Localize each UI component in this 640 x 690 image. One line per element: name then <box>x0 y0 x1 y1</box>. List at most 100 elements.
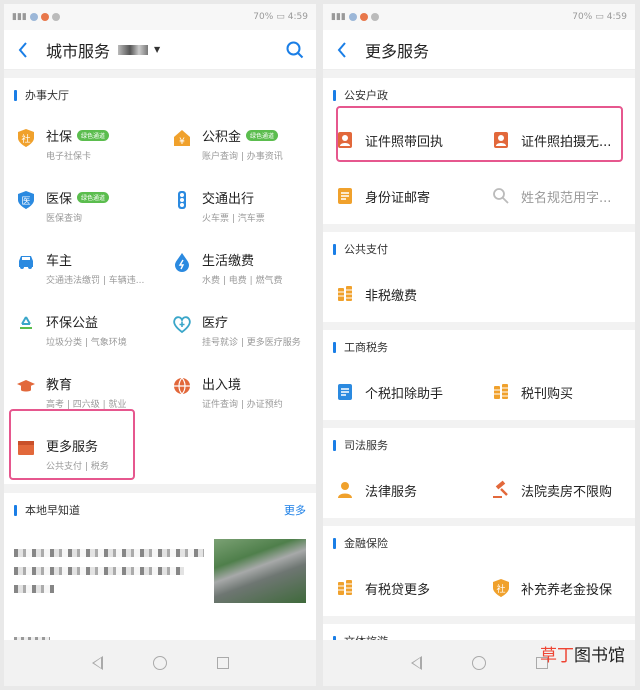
phone-more-services: ▮▮▮ 70% ▭ 4:59 更多服务 公安户政证件照带回执 证件照拍摄无... 身… <box>323 4 635 686</box>
section-title: 司法服务 <box>344 439 388 452</box>
section-header: 金融保险 <box>323 526 635 560</box>
globe-icon <box>172 376 192 396</box>
status-bar: ▮▮▮ 70% ▭ 4:59 <box>4 4 316 30</box>
service-item[interactable]: 车主交通违法缴罚 | 车辆违... <box>4 236 160 298</box>
service-title-label: 医疗 <box>202 316 229 331</box>
recycle-icon <box>16 314 36 334</box>
service-title: 社保 绿色通道 <box>46 126 110 145</box>
nav-home-icon[interactable] <box>152 656 167 670</box>
back-arrow-icon[interactable] <box>14 41 32 59</box>
service-item[interactable]: 非税缴费 <box>323 284 479 304</box>
chevron-down-icon[interactable]: ▼ <box>154 45 160 54</box>
service-label: 法律服务 <box>365 484 418 500</box>
nav-recents-icon[interactable] <box>216 657 229 669</box>
service-row: 法律服务 法院卖房不限购 <box>323 462 635 518</box>
service-title: 车主 <box>46 250 144 269</box>
section-header: 司法服务 <box>323 428 635 462</box>
news-item[interactable] <box>4 527 316 627</box>
utility-bill-icon <box>172 252 192 272</box>
service-item[interactable]: 有税贷更多 <box>323 578 479 598</box>
service-item[interactable]: 更多服务 公共支付 | 税务 <box>4 422 160 484</box>
service-subtitle: 高考 | 四六级 | 就业 <box>46 400 127 410</box>
green-channel-badge: 绿色通道 <box>77 130 110 141</box>
medical-icon <box>172 314 192 334</box>
service-label: 身份证邮寄 <box>365 190 431 206</box>
service-item[interactable]: 身份证邮寄 <box>323 186 479 206</box>
phone-city-services: ▮▮▮ 70% ▭ 4:59 城市服务 ▼ 办事大厅 社 社保 绿色通道 电子社… <box>4 4 316 686</box>
service-item[interactable]: 法院卖房不限购 <box>479 480 635 500</box>
city-name-blurred[interactable] <box>118 44 149 55</box>
service-item[interactable]: 医 医保 绿色通道 医保查询 <box>4 174 160 236</box>
battery-percent: 70% <box>253 12 274 22</box>
service-title-label: 生活缴费 <box>202 254 255 269</box>
coins-icon <box>335 578 355 598</box>
header: 城市服务 ▼ <box>4 30 316 70</box>
green-channel-badge: 绿色通道 <box>246 130 279 141</box>
coins-icon <box>491 382 511 402</box>
service-text: 更多服务 公共支付 | 税务 <box>46 436 109 472</box>
svg-text:¥: ¥ <box>179 137 185 147</box>
social-security-icon: 社 <box>16 128 36 148</box>
app-notification-icon <box>51 13 60 21</box>
back-arrow-icon[interactable] <box>333 41 351 59</box>
more-box-icon <box>16 438 36 458</box>
service-title: 生活缴费 <box>202 250 283 269</box>
app-notification-icon <box>370 13 379 21</box>
service-title-label: 公积金 <box>202 130 242 145</box>
service-row: 证件照带回执 证件照拍摄无... <box>323 112 635 168</box>
service-item[interactable]: 个税扣除助手 <box>323 382 479 402</box>
status-bar: ▮▮▮ 70% ▭ 4:59 <box>323 4 635 30</box>
service-label: 法院卖房不限购 <box>521 484 613 500</box>
section-title: 公安户政 <box>344 89 388 102</box>
service-title-label: 教育 <box>46 378 73 393</box>
section-header: 公共支付 <box>323 232 635 266</box>
watermark-part2: 图书馆 <box>574 646 625 666</box>
more-link[interactable]: 更多 <box>284 502 306 518</box>
service-title: 更多服务 <box>46 436 109 455</box>
blurred-line <box>14 567 184 575</box>
search-icon[interactable] <box>284 39 306 61</box>
gavel-icon <box>491 480 511 500</box>
service-item[interactable]: 出入境 证件查询 | 办证预约 <box>160 360 316 422</box>
service-item[interactable]: ¥ 公积金 绿色通道 账户查询 | 办事资讯 <box>160 112 316 174</box>
graduation-cap-icon <box>16 376 36 396</box>
page-title: 更多服务 <box>365 41 430 61</box>
service-item[interactable]: 社 补充养老金投保 <box>479 578 635 598</box>
nav-back-icon[interactable] <box>410 656 422 670</box>
service-item[interactable]: 教育高考 | 四六级 | 就业 <box>4 360 160 422</box>
service-label: 税刊购买 <box>521 386 574 402</box>
service-item[interactable]: 证件照带回执 <box>323 130 479 150</box>
battery-percent: 70% <box>572 12 593 22</box>
nav-home-icon[interactable] <box>471 656 486 670</box>
service-title-label: 车主 <box>46 254 73 269</box>
service-item[interactable]: 医疗挂号就诊 | 更多医疗服务 <box>160 298 316 360</box>
medical-insurance-icon: 医 <box>16 190 36 210</box>
svg-text:社: 社 <box>21 133 30 145</box>
service-row: 有税贷更多 社 补充养老金投保 <box>323 560 635 616</box>
service-text: 环保公益 垃圾分类 | 气象环境 <box>46 312 127 348</box>
service-item[interactable]: 社 社保 绿色通道 电子社保卡 <box>4 112 160 174</box>
service-title-label: 出入境 <box>202 378 242 393</box>
service-subtitle: 交通违法缴罚 | 车辆违... <box>46 276 145 286</box>
section-header: 工商税务 <box>323 330 635 364</box>
service-item[interactable]: 生活缴费 水费 | 电费 | 燃气费 <box>160 236 316 298</box>
more-services-list: 公安户政证件照带回执 证件照拍摄无... 身份证邮寄 姓名规范用字... 公共支付非税缴… <box>323 78 635 658</box>
svg-text:社: 社 <box>496 583 505 595</box>
nav-back-icon[interactable] <box>91 656 103 670</box>
service-subtitle: 挂号就诊 | 更多医疗服务 <box>202 338 301 348</box>
service-item[interactable]: 交通出行 火车票 | 汽车票 <box>160 174 316 236</box>
service-item[interactable]: 姓名规范用字... <box>479 186 635 206</box>
section-header-local-news: 本地早知道 更多 <box>4 493 316 527</box>
service-item[interactable]: 环保公益 垃圾分类 | 气象环境 <box>4 298 160 360</box>
pension-icon: 社 <box>491 578 511 598</box>
service-label: 证件照拍摄无... <box>521 134 612 150</box>
battery-icon: ▭ <box>276 12 285 22</box>
service-section: 工商税务个税扣除助手 税刊购买 <box>323 330 635 420</box>
service-item[interactable]: 法律服务 <box>323 480 479 500</box>
service-item[interactable]: 证件照拍摄无... <box>479 130 635 150</box>
service-row: 非税缴费 <box>323 266 635 322</box>
service-title: 医保 绿色通道 <box>46 188 110 207</box>
service-item[interactable]: 税刊购买 <box>479 382 635 402</box>
system-nav-bar <box>4 640 316 686</box>
service-label: 证件照带回执 <box>365 134 444 150</box>
